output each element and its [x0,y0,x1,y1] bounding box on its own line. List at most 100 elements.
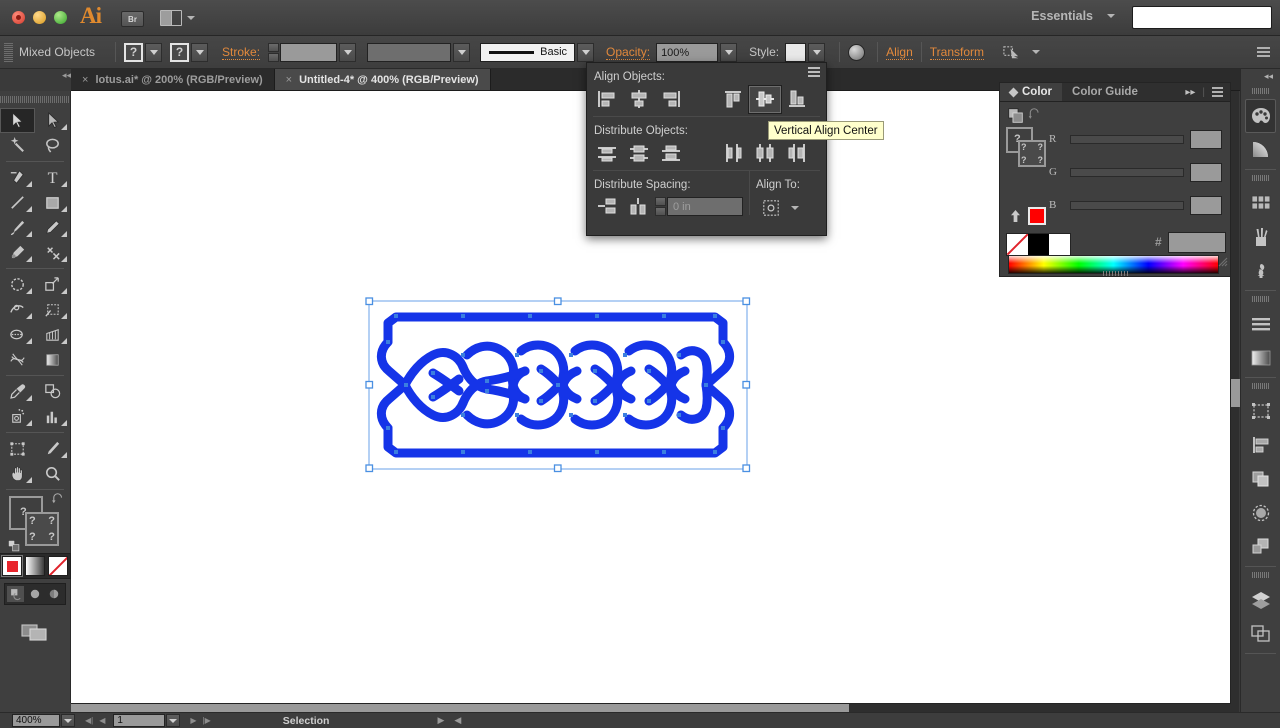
next-artboard-button[interactable]: ▶ [190,716,196,725]
shape-builder-tool[interactable] [0,322,35,347]
align-to-dropdown[interactable] [756,199,826,217]
stroke-dropdown-button[interactable] [191,42,209,62]
vertical-distribute-space-button[interactable] [591,193,623,220]
horizontal-align-left-button[interactable] [591,86,623,113]
fill-stroke-indicator[interactable]: ? ? ? ? ? [8,493,63,552]
swap-fill-stroke-icon[interactable] [1027,107,1042,121]
horizontal-align-center-button[interactable] [623,86,655,113]
dock-appearance-icon[interactable] [1241,530,1280,564]
none-mode-button[interactable] [48,556,68,576]
vertical-distribute-top-button[interactable] [591,140,623,167]
stroke-weight-stepper[interactable] [268,42,280,62]
stroke-weight-field[interactable] [280,42,338,62]
out-of-gamut-swatch[interactable] [1028,207,1046,225]
transform-link[interactable]: Transform [929,45,984,60]
draw-inside-mode-button[interactable] [46,586,63,602]
variable-width-profile-field[interactable] [367,42,452,62]
tools-panel-grip[interactable] [0,93,70,105]
horizontal-scrollbar[interactable] [71,703,1231,713]
close-window-button[interactable] [12,11,25,24]
fill-color-mode-button[interactable] [2,556,22,576]
magic-wand-tool[interactable] [0,133,35,158]
dock-artboards-icon[interactable] [1241,617,1280,651]
variable-width-dropdown[interactable] [453,42,471,62]
dock-transparency-icon[interactable] [1241,496,1280,530]
type-tool[interactable]: T [35,165,70,190]
spacing-stepper[interactable] [655,196,666,216]
pen-tool[interactable] [0,165,35,190]
dock-group-grip[interactable] [1241,570,1280,580]
chevron-down-icon[interactable] [1032,50,1040,54]
swatch-none[interactable] [1007,234,1028,255]
symbol-sprayer-tool[interactable] [0,404,35,429]
draw-normal-mode-button[interactable] [7,586,25,602]
last-artboard-button[interactable]: |▶ [203,716,211,725]
brush-definition-field[interactable]: Basic [480,42,576,62]
graphic-style-dropdown[interactable] [808,42,826,62]
dock-group-grip[interactable] [1241,294,1280,304]
dock-group-grip[interactable] [1241,173,1280,183]
vertical-distribute-center-button[interactable] [623,140,655,167]
value-field-b[interactable] [1190,196,1222,215]
horizontal-distribute-space-button[interactable] [623,193,655,220]
default-fill-stroke-icon[interactable] [7,539,21,553]
artboard-tool[interactable] [0,436,35,461]
vertical-align-top-button[interactable] [717,86,749,113]
dock-symbols-icon[interactable] [1241,254,1280,288]
search-field[interactable] [1132,6,1272,29]
slider-b[interactable] [1070,201,1184,210]
lasso-tool[interactable] [35,133,70,158]
workspace-switcher[interactable]: Essentials [1031,9,1115,23]
perspective-grid-tool[interactable] [35,322,70,347]
free-transform-tool[interactable] [35,297,70,322]
slider-g[interactable] [1070,168,1184,177]
graphic-style-swatch[interactable] [785,42,807,62]
bridge-button[interactable]: Br [121,11,144,27]
collapse-left-icon[interactable]: ◂◂ [62,70,71,81]
selection-tool[interactable] [0,108,35,133]
hex-field[interactable] [1168,232,1226,253]
dock-transform-icon[interactable] [1241,394,1280,428]
dock-group-grip[interactable] [1241,86,1280,96]
value-field-g[interactable] [1190,163,1222,182]
color-fill-stroke-proxy-icon[interactable] [1007,107,1024,124]
color-panel-menu-icon[interactable] [1212,87,1223,97]
previous-artboard-button[interactable]: ◀ [99,716,105,725]
fill-swatch[interactable]: ? [124,42,144,62]
dock-group-grip[interactable] [1241,381,1280,391]
horizontal-distribute-center-button[interactable] [749,140,781,167]
dock-stroke-icon[interactable] [1241,307,1280,341]
dock-color-guide-icon[interactable] [1241,133,1280,167]
draw-behind-mode-button[interactable] [26,586,43,602]
horizontal-align-right-button[interactable] [655,86,687,113]
hand-tool[interactable] [0,461,35,486]
rotate-tool[interactable] [0,272,35,297]
mesh-tool[interactable] [0,347,35,372]
vertical-scrollbar-thumb[interactable] [1231,379,1240,407]
collapse-dock-icon[interactable]: ◂◂ [1241,69,1280,83]
vertical-align-center-button[interactable] [749,85,781,113]
change-screen-mode-icon[interactable] [21,621,49,643]
vertical-align-bottom-button[interactable] [781,86,813,113]
value-field-r[interactable] [1190,130,1222,149]
document-tab-lotus[interactable]: × lotus.ai* @ 200% (RGB/Preview) [71,69,275,90]
zoom-level-field[interactable]: 400% [12,714,60,727]
blob-brush-tool[interactable] [0,240,35,265]
align-link[interactable]: Align [886,45,913,60]
celtic-knot-artwork[interactable] [363,295,753,475]
rectangle-tool[interactable] [35,190,70,215]
stroke-swatch[interactable]: ? [170,42,190,62]
horizontal-distribute-right-button[interactable] [781,140,813,167]
direct-selection-tool[interactable] [35,108,70,133]
status-menu-button[interactable]: ▶ [437,715,444,726]
dock-gradient-icon[interactable] [1241,341,1280,375]
dock-pathfinder-icon[interactable] [1241,462,1280,496]
swap-fill-stroke-icon[interactable] [51,492,65,506]
align-panel-menu-icon[interactable] [808,67,820,77]
control-bar-menu-icon[interactable] [1257,47,1270,57]
swatch-white[interactable] [1049,234,1070,255]
isolate-selected-object-icon[interactable] [1002,43,1021,62]
dock-brushes-icon[interactable] [1241,220,1280,254]
opacity-label[interactable]: Opacity: [606,45,651,60]
vertical-scrollbar[interactable] [1230,91,1240,712]
